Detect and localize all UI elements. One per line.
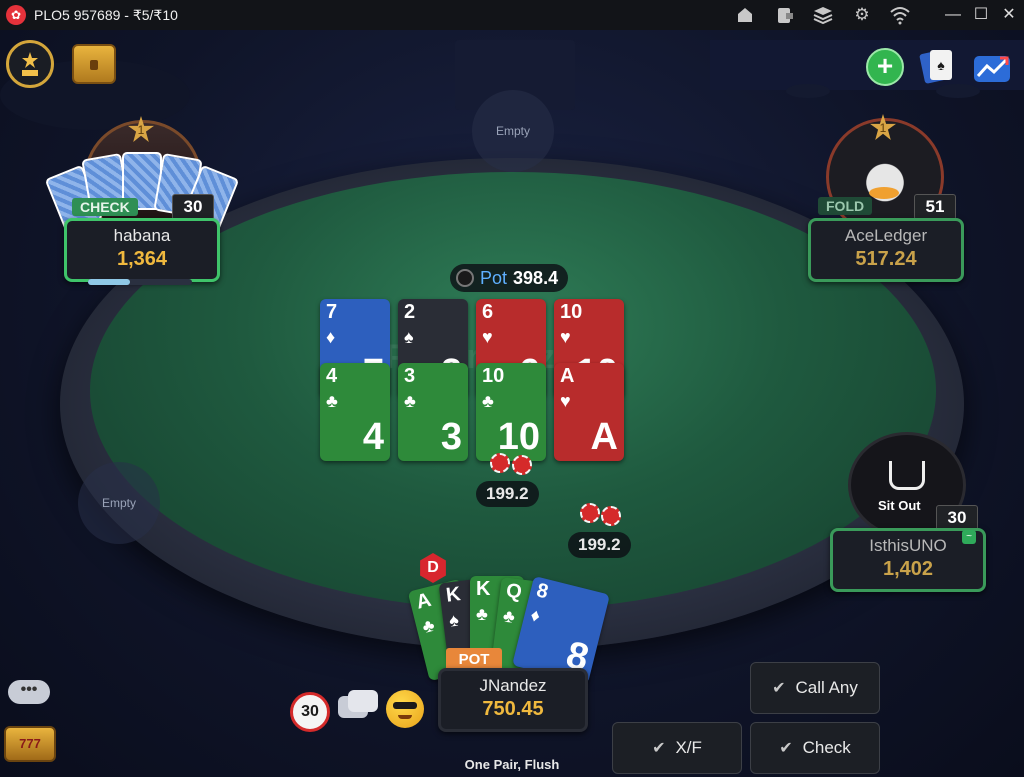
- app-logo-icon: ✿: [6, 5, 26, 25]
- card-rank: K: [476, 578, 491, 600]
- pot-label: Pot: [480, 267, 508, 288]
- chart-icon[interactable]: [972, 48, 1012, 86]
- window-title: PLO5 957689 - ₹5/₹10: [34, 6, 178, 23]
- status-fold: FOLD: [818, 197, 873, 215]
- card-rank: 8: [534, 579, 551, 604]
- leaderboard-icon[interactable]: [6, 40, 54, 88]
- card-rank: Q: [504, 579, 523, 604]
- chip-icon: [490, 453, 510, 473]
- close-button[interactable]: ✕: [996, 3, 1022, 27]
- player-plaque-hero[interactable]: JNandez 750.45: [438, 668, 588, 732]
- chat-icon[interactable]: [338, 690, 380, 726]
- slot-machine-icon[interactable]: 777: [4, 726, 56, 762]
- card-rank-large: 10: [497, 416, 540, 458]
- player-stack: 1,364: [116, 248, 168, 270]
- card-suit-icon: ♦: [528, 604, 543, 627]
- gear-icon[interactable]: ⚙: [851, 5, 873, 25]
- card-suit-icon: ♠: [404, 327, 414, 347]
- player-stack: 750.45: [482, 698, 544, 720]
- board-card: 4 ♣ 4: [320, 363, 390, 461]
- pot-value: 398.4: [513, 267, 559, 288]
- card-suit-icon: ♥: [560, 327, 571, 347]
- action-timer-bar: [88, 279, 192, 285]
- check-button[interactable]: ✔ Check: [750, 722, 880, 774]
- card-rank: 4: [326, 365, 338, 387]
- checkmark-icon: ✔: [652, 740, 666, 757]
- player-plaque-habana[interactable]: habana 1,364: [64, 218, 220, 282]
- minimize-button[interactable]: —: [940, 3, 966, 27]
- emoji-icon[interactable]: [386, 690, 424, 728]
- connection-icon: ~: [962, 530, 976, 544]
- card-suit-icon: ♣: [501, 605, 517, 627]
- card-rank-large: 4: [362, 416, 384, 458]
- card-suit-icon: ♥: [482, 327, 493, 347]
- board-card: 3 ♣ 3: [398, 363, 468, 461]
- plus-icon[interactable]: +: [866, 48, 904, 86]
- empty-seat-top[interactable]: Empty: [472, 90, 554, 172]
- timer-badge: 30: [172, 194, 214, 220]
- player-name: habana: [113, 226, 171, 245]
- status-sit-out: Sit Out: [878, 498, 921, 513]
- checkmark-icon: ✔: [779, 740, 793, 757]
- timer-badge: 51: [914, 194, 956, 220]
- treasure-chest-icon[interactable]: [72, 44, 116, 84]
- card-rank: 10: [560, 301, 583, 323]
- time-bank-icon[interactable]: 30: [290, 692, 330, 732]
- chip-icon: [512, 455, 532, 475]
- card-rank: 7: [326, 301, 338, 323]
- wifi-icon[interactable]: [889, 5, 911, 25]
- card-suit-icon: ♣: [482, 391, 494, 411]
- empty-seat-left[interactable]: Empty: [78, 462, 160, 544]
- pot-bomb-icon: [456, 269, 474, 287]
- card-rank: A: [413, 588, 434, 614]
- maximize-button[interactable]: ☐: [968, 3, 994, 27]
- cards-icon[interactable]: ♠: [919, 48, 954, 86]
- card-rank: 10: [482, 365, 505, 387]
- card-rank: 2: [404, 301, 416, 323]
- pot-display: Pot 398.4: [450, 264, 569, 292]
- card-suit-icon: ♣: [326, 391, 338, 411]
- backdrop-stool: [786, 84, 830, 98]
- home-icon[interactable]: [734, 5, 756, 25]
- card-rank: 6: [482, 301, 494, 323]
- player-stack: 517.24: [855, 248, 917, 270]
- call-any-button[interactable]: ✔ Call Any: [750, 662, 880, 714]
- board-card: 10 ♣ 10: [476, 363, 546, 461]
- layers-icon[interactable]: [812, 5, 834, 25]
- player-plaque-aceledger[interactable]: AceLedger 517.24: [808, 218, 964, 282]
- check-fold-button[interactable]: ✔ X/F: [612, 722, 742, 774]
- card-suit-icon: ♣: [476, 604, 488, 624]
- chip-icon: [601, 506, 621, 526]
- status-check: CHECK: [72, 198, 138, 216]
- card-suit-icon: ♣: [420, 614, 437, 638]
- checkmark-icon: ✔: [772, 680, 786, 697]
- card-rank: 3: [404, 365, 416, 387]
- bet-amount: 199.2: [568, 532, 631, 558]
- player-stack: 1,402: [882, 558, 934, 580]
- board-card: A ♥ A: [554, 363, 624, 461]
- hero-hole-cards: A ♣ K ♠ K ♣ Q ♣ 8 ♦ 8: [407, 570, 610, 685]
- card-suit-icon: ♠: [447, 609, 460, 631]
- card-rank: K: [444, 583, 462, 607]
- backdrop-stool: [936, 84, 980, 98]
- player-name: IsthisUNO: [869, 536, 947, 555]
- chip-icon: [580, 503, 600, 523]
- coffee-cup-icon: [889, 461, 925, 490]
- card-suit-icon: ♣: [404, 391, 416, 411]
- wallet-icon[interactable]: [774, 5, 796, 25]
- bet-amount: 199.2: [476, 481, 539, 507]
- player-name: JNandez: [479, 676, 547, 695]
- card-rank-large: A: [590, 416, 618, 458]
- card-rank-large: 3: [440, 416, 462, 458]
- card-rank: A: [560, 365, 575, 387]
- card-suit-icon: ♦: [326, 327, 336, 347]
- more-icon[interactable]: •••: [8, 680, 50, 704]
- player-name: AceLedger: [844, 226, 928, 245]
- card-suit-icon: ♥: [560, 391, 571, 411]
